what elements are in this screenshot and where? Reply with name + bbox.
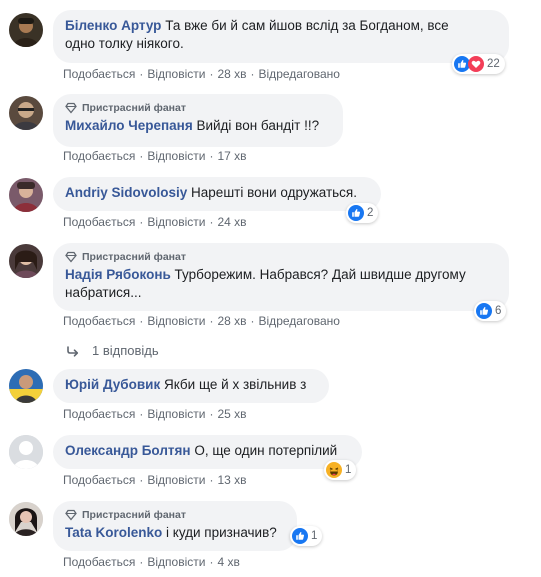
replies-count: 1 відповідь: [92, 343, 159, 358]
comment-bubble: Олександр Болтян О, ще один потерпілий: [53, 435, 362, 469]
reply-link[interactable]: Відповісти: [147, 314, 205, 328]
top-fan-badge: Пристрасний фанат: [65, 101, 331, 115]
comment-bubble: Юрій Дубовик Якби ще й х звільнив з: [53, 369, 329, 403]
reaction-summary[interactable]: 6: [474, 301, 507, 321]
like-link[interactable]: Подобається: [63, 314, 135, 328]
reaction-summary[interactable]: 1: [290, 526, 323, 546]
reaction-count: 2: [367, 207, 374, 219]
like-reaction-icon: [292, 528, 308, 544]
timestamp[interactable]: 17 хв: [217, 149, 246, 163]
reaction-summary[interactable]: 2: [346, 203, 379, 223]
diamond-icon: [65, 251, 77, 263]
comment-author[interactable]: Олександр Болтян: [65, 443, 191, 458]
reply-link[interactable]: Відповісти: [147, 67, 205, 81]
reaction-count: 1: [345, 464, 352, 476]
reply-arrow-icon: [67, 345, 79, 357]
top-fan-badge: Пристрасний фанат: [65, 508, 285, 522]
comment-actions: Подобається · Відповісти · 28 хв · Відредагова…: [63, 314, 340, 328]
comment-text: і куди призначив?: [166, 525, 277, 540]
comment-author[interactable]: Михайло Черепаня: [65, 118, 193, 133]
reply-link[interactable]: Відповісти: [147, 473, 205, 487]
comment-text: Якби ще й х звільнив з: [163, 377, 307, 392]
comment-text-continued: набратися...: [65, 285, 142, 300]
edited-link[interactable]: Відредаговано: [259, 314, 340, 328]
comment-text-continued: одно толку ніякого.: [65, 36, 184, 51]
avatar[interactable]: [9, 96, 43, 130]
reply-link[interactable]: Відповісти: [147, 215, 205, 229]
comment-author[interactable]: Надія Рябоконь: [65, 267, 171, 282]
like-reaction-icon: [476, 303, 492, 319]
comment-author[interactable]: Andriy Sidovolosiy: [65, 185, 187, 200]
avatar[interactable]: [9, 178, 43, 212]
comment-text: Вийді вон бандіт !!?: [196, 118, 320, 133]
timestamp[interactable]: 13 хв: [217, 473, 246, 487]
like-link[interactable]: Подобається: [63, 67, 135, 81]
comment-actions: Подобається · Відповісти · 25 хв: [63, 407, 247, 421]
reply-link[interactable]: Відповісти: [147, 555, 205, 569]
reaction-count: 1: [311, 530, 318, 542]
like-link[interactable]: Подобається: [63, 555, 135, 569]
diamond-icon: [65, 509, 77, 521]
like-reaction-icon: [348, 205, 364, 221]
top-fan-label: Пристрасний фанат: [82, 509, 187, 521]
avatar[interactable]: [9, 502, 43, 536]
top-fan-label: Пристрасний фанат: [82, 251, 187, 263]
avatar[interactable]: [9, 244, 43, 278]
comment-text: О, ще один потерпілий: [194, 443, 338, 458]
avatar[interactable]: [9, 369, 43, 403]
like-link[interactable]: Подобається: [63, 215, 135, 229]
comment-actions: Подобається · Відповісти · 4 хв: [63, 555, 240, 569]
comment-text: Нарешті вони одружаться.: [191, 185, 357, 200]
reaction-count: 6: [495, 305, 502, 317]
like-link[interactable]: Подобається: [63, 407, 135, 421]
comment-bubble: Пристрасний фанат Михайло Черепаня Вийді…: [53, 94, 343, 147]
edited-link[interactable]: Відредаговано: [259, 67, 340, 81]
comment-author[interactable]: Tata Korolenko: [65, 525, 162, 540]
comment-actions: Подобається · Відповісти · 13 хв: [63, 473, 247, 487]
love-reaction-icon: [468, 56, 484, 72]
reply-link[interactable]: Відповісти: [147, 407, 205, 421]
comment-bubble: Пристрасний фанат Tata Korolenko і куди …: [53, 501, 297, 551]
comment-actions: Подобається · Відповісти · 17 хв: [63, 149, 247, 163]
like-link[interactable]: Подобається: [63, 149, 135, 163]
like-link[interactable]: Подобається: [63, 473, 135, 487]
comment-bubble: Пристрасний фанат Надія Рябоконь Турборе…: [53, 243, 509, 311]
comment-text: Турборежим. Набрався? Дай швидше другому: [174, 267, 466, 282]
comment-actions: Подобається · Відповісти · 24 хв: [63, 215, 247, 229]
reaction-summary[interactable]: 22: [452, 54, 505, 74]
top-fan-label: Пристрасний фанат: [82, 102, 187, 114]
avatar[interactable]: [9, 13, 43, 47]
comments-section: Біленко Артур Та вже би й сам йшов вслід…: [0, 0, 541, 577]
comment-bubble: Andriy Sidovolosiy Нарешті вони одружать…: [53, 177, 381, 211]
timestamp[interactable]: 28 хв: [217, 314, 246, 328]
diamond-icon: [65, 102, 77, 114]
timestamp[interactable]: 24 хв: [217, 215, 246, 229]
reply-link[interactable]: Відповісти: [147, 149, 205, 163]
timestamp[interactable]: 4 хв: [217, 555, 239, 569]
comment-author[interactable]: Юрій Дубовик: [65, 377, 160, 392]
timestamp[interactable]: 28 хв: [217, 67, 246, 81]
reaction-summary[interactable]: 1: [324, 460, 357, 480]
comment-text: Та вже би й сам йшов вслід за Богданом, …: [165, 18, 449, 33]
comment-bubble: Біленко Артур Та вже би й сам йшов вслід…: [53, 10, 509, 63]
reaction-count: 22: [487, 58, 500, 70]
top-fan-badge: Пристрасний фанат: [65, 250, 497, 264]
comment-author[interactable]: Біленко Артур: [65, 18, 161, 33]
timestamp[interactable]: 25 хв: [217, 407, 246, 421]
view-replies-link[interactable]: 1 відповідь: [66, 343, 159, 358]
haha-reaction-icon: [326, 462, 342, 478]
avatar[interactable]: [9, 435, 43, 469]
comment-actions: Подобається · Відповісти · 28 хв · Відредагова…: [63, 67, 340, 81]
